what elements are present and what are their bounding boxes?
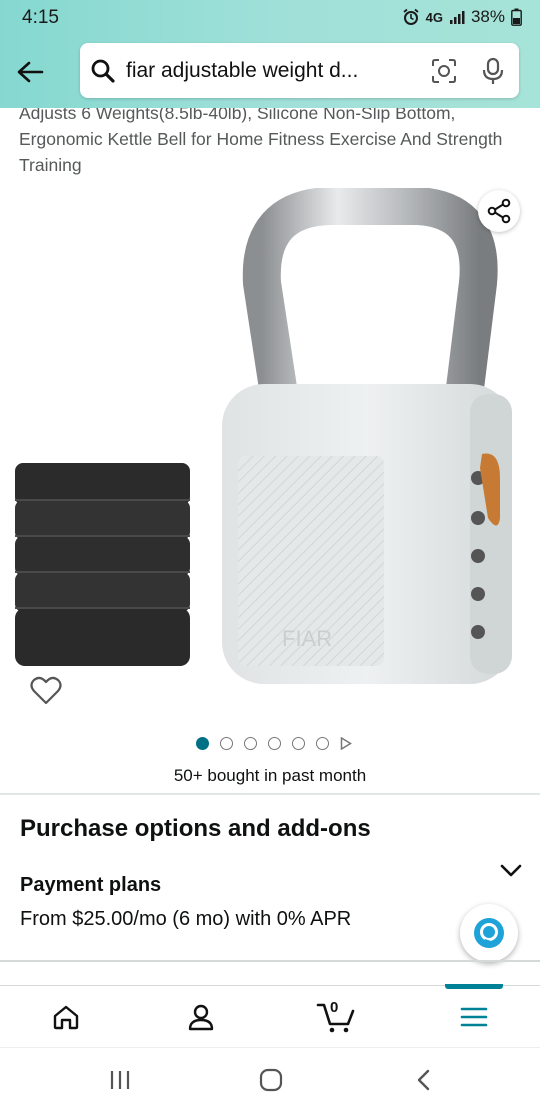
product-image: FIAR [15, 188, 512, 684]
alarm-icon [403, 8, 419, 25]
cart-count: 0 [330, 999, 339, 1016]
share-icon [487, 198, 511, 224]
camera-search-button[interactable] [421, 58, 467, 84]
status-icons: 4G 38% [402, 7, 522, 27]
payment-plans-detail: From $25.00/mo (6 mo) with 0% APR [20, 908, 352, 930]
share-button[interactable] [478, 190, 520, 232]
purchase-options-heading: Purchase options and add-ons [20, 815, 371, 842]
system-home-button[interactable] [251, 1066, 291, 1094]
nav-cart[interactable]: 0 [296, 986, 376, 1048]
nav-account[interactable] [161, 986, 241, 1048]
signal-icon [449, 11, 465, 24]
carousel-dot[interactable] [244, 737, 257, 750]
recent-apps-button[interactable] [100, 1066, 140, 1094]
system-home-icon [259, 1068, 283, 1092]
wishlist-button[interactable] [30, 676, 62, 711]
carousel-indicator[interactable] [0, 737, 540, 750]
user-icon [188, 1004, 214, 1031]
back-arrow-icon [17, 61, 44, 83]
carousel-dot[interactable] [316, 737, 329, 750]
carousel-dot[interactable] [196, 737, 209, 750]
system-back-icon [417, 1069, 430, 1091]
hamburger-menu-icon [460, 1007, 488, 1027]
carousel-dot[interactable] [292, 737, 305, 750]
fiar-logo-text: FIAR [282, 626, 332, 651]
back-button[interactable] [10, 52, 50, 92]
alexa-icon [474, 918, 504, 948]
product-title: Adjusts 6 Weights(8.5lb-40lb), Silicone … [19, 108, 503, 175]
heart-icon [30, 676, 62, 705]
weight-plates [15, 463, 190, 666]
status-time: 4:15 [22, 7, 59, 28]
search-icon [91, 59, 115, 83]
carousel-dot[interactable] [268, 737, 281, 750]
product-title-container: Adjusts 6 Weights(8.5lb-40lb), Silicone … [0, 108, 540, 188]
bottom-navigation: 0 [0, 984, 540, 1048]
carousel-dot[interactable] [220, 737, 233, 750]
voice-search-button[interactable] [467, 57, 519, 85]
nav-home[interactable] [26, 986, 106, 1048]
system-back-button[interactable] [404, 1066, 444, 1094]
battery-icon [511, 8, 522, 26]
chevron-down-icon [500, 864, 522, 877]
mic-icon [482, 57, 504, 84]
recent-apps-icon [110, 1071, 130, 1089]
payment-plans-label[interactable]: Payment plans [20, 874, 161, 897]
home-icon [53, 1005, 79, 1030]
app-header: 4:15 4G 38% fiar adjustable weight d... [0, 0, 540, 108]
search-input[interactable]: fiar adjustable weight d... [126, 59, 421, 83]
play-next-icon[interactable] [340, 737, 352, 750]
battery-label: 38% [470, 7, 505, 26]
camera-icon [432, 58, 456, 83]
nav-menu[interactable] [434, 986, 514, 1048]
bought-count: 50+ bought in past month [173, 766, 367, 785]
product-image-carousel[interactable]: FIAR [0, 188, 540, 728]
expand-payment-plans-button[interactable] [500, 864, 522, 883]
divider [0, 793, 540, 795]
system-navigation-bar [0, 1047, 540, 1110]
search-bar[interactable]: fiar adjustable weight d... [80, 43, 519, 98]
alexa-button[interactable] [460, 904, 518, 962]
network-label: 4G [425, 9, 443, 25]
divider [0, 960, 540, 962]
